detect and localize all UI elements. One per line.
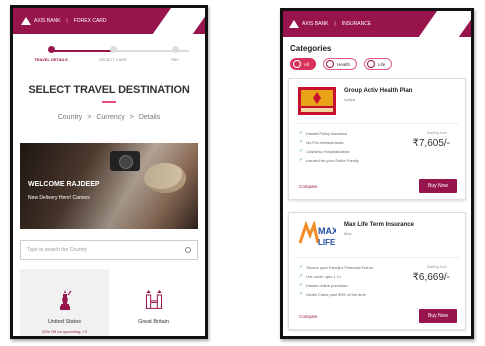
product-provider: Aditya	[344, 97, 356, 102]
svg-text:MAX: MAX	[318, 226, 336, 236]
product-card: Group Activ Health Plan Aditya ✓ Instant …	[288, 78, 466, 200]
crumb-separator: >	[129, 114, 134, 121]
feature-item: ✓ Cashless Hospitalization	[299, 148, 350, 154]
svg-text:LIFE: LIFE	[318, 238, 336, 247]
welcome-text: WELCOME RAJDEEP	[28, 181, 100, 188]
country-grid: United States 20% Off on upcoming..+2 Gr…	[20, 269, 198, 336]
product-name: Max Life Term Insurance	[344, 222, 414, 228]
max-life-logo: MAX LIFE	[298, 221, 336, 247]
feature-item: ✓ Death Claim paid 99% of the time	[299, 291, 366, 297]
price-label: Starting from	[426, 265, 447, 269]
feature-item: ✓ No Pre-medical tests	[299, 139, 344, 145]
umbrella-icon	[367, 60, 376, 68]
title-underline	[102, 101, 116, 103]
search-icon	[185, 247, 191, 253]
country-card-great-britain[interactable]: Great Britain	[109, 269, 198, 336]
step-select-card[interactable]: SELECT CARD	[83, 46, 143, 62]
categories-heading: Categories	[290, 44, 332, 53]
price-label: Starting from	[426, 131, 447, 135]
feature-item: ✓ Secure your Family's Financial Future	[299, 264, 374, 270]
buy-now-button[interactable]: Buy Now	[419, 309, 457, 323]
feature-item: ✓ Instant online purchase	[299, 282, 348, 288]
step-pay[interactable]: PAY	[145, 46, 205, 62]
country-offer: 20% Off on upcoming..+2	[41, 329, 88, 334]
country-search-input[interactable]: Type to search the Country	[20, 240, 198, 260]
axis-logo-icon	[21, 16, 31, 26]
banner-subtitle: New Delivery Here! Cannes	[28, 195, 90, 201]
feature-item: ✓ Instant Policy Issuance	[299, 130, 348, 136]
axis-bank-logo: AXIS BANK | FOREX CARD	[21, 16, 107, 26]
statue-of-liberty-icon	[59, 290, 71, 310]
app-header: AXIS BANK | INSURANCE	[283, 11, 471, 37]
brand-name: AXIS BANK	[302, 21, 329, 27]
crumb-currency[interactable]: Currency	[96, 114, 124, 121]
search-placeholder: Type to search the Country	[27, 247, 88, 253]
tower-bridge-icon	[145, 290, 162, 309]
axis-bank-logo: AXIS BANK | INSURANCE	[289, 19, 371, 29]
step-travel-details[interactable]: TRAVEL DETAILS	[21, 46, 81, 62]
category-all[interactable]: All	[290, 58, 317, 70]
country-name: Great Britain	[138, 319, 169, 325]
feature-item: ✓ Life cover upto 1 Cr	[299, 273, 342, 279]
progress-stepper: TRAVEL DETAILS SELECT CARD PAY	[21, 44, 197, 70]
section-name: INSURANCE	[341, 21, 372, 27]
crumb-country[interactable]: Country	[58, 114, 83, 121]
page-title: SELECT TRAVEL DESTINATION	[28, 84, 190, 96]
forex-screen: AXIS BANK | FOREX CARD TRAVEL DETAILS SE…	[10, 5, 208, 339]
product-provider: Max	[344, 231, 352, 236]
breadcrumb: Country > Currency > Details	[13, 114, 205, 121]
check-icon: ✓	[299, 148, 304, 154]
category-health[interactable]: Health	[323, 58, 358, 70]
price: ₹7,605/-	[412, 138, 451, 149]
brand-name: AXIS BANK	[34, 18, 61, 24]
check-icon: ✓	[299, 157, 304, 163]
category-life[interactable]: Life	[364, 58, 393, 70]
category-icon	[293, 60, 301, 68]
category-filter: All Health Life	[290, 58, 464, 70]
heart-icon	[326, 60, 335, 68]
check-icon: ✓	[299, 139, 304, 145]
welcome-banner: WELCOME RAJDEEP New Delivery Here! Canne…	[20, 143, 198, 229]
check-icon: ✓	[299, 273, 304, 279]
section-name: FOREX CARD	[73, 18, 107, 24]
feature-item: ✓ Insured for your Entire Family	[299, 157, 359, 163]
check-icon: ✓	[299, 282, 304, 288]
country-card-united-states[interactable]: United States 20% Off on upcoming..+2	[20, 269, 109, 336]
country-name: United States	[47, 319, 82, 325]
price: ₹6,669/-	[412, 272, 451, 283]
check-icon: ✓	[299, 130, 304, 136]
app-header: AXIS BANK | FOREX CARD	[13, 8, 205, 34]
check-icon: ✓	[299, 264, 304, 270]
insurance-screen: AXIS BANK | INSURANCE Categories All Hea…	[280, 8, 474, 339]
aditya-birla-logo	[298, 87, 336, 115]
crumb-details[interactable]: Details	[139, 114, 160, 121]
check-icon: ✓	[299, 291, 304, 297]
product-name: Group Activ Health Plan	[344, 88, 413, 94]
compare-link[interactable]: Compare	[299, 184, 318, 189]
product-card: MAX LIFE Max Life Term Insurance Max ✓ Se…	[288, 212, 466, 330]
crumb-separator: >	[87, 114, 92, 121]
buy-now-button[interactable]: Buy Now	[419, 179, 457, 193]
axis-logo-icon	[289, 19, 299, 29]
compare-link[interactable]: Compare	[299, 314, 318, 319]
